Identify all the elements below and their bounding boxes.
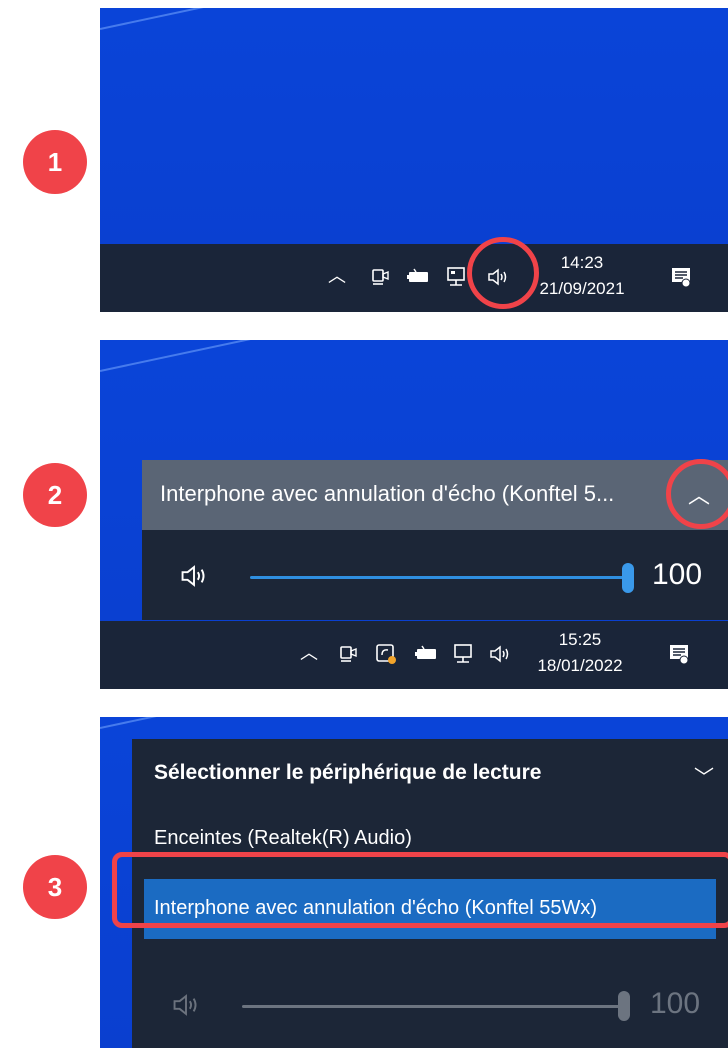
desktop-light-streak (100, 340, 414, 372)
volume-value: 100 (650, 987, 701, 1020)
meeting-camera-icon[interactable] (338, 643, 360, 665)
device-item-speakers[interactable]: Enceintes (Realtek(R) Audio) (154, 827, 412, 850)
chevron-up-icon[interactable]: ︿ (328, 268, 346, 286)
step-2-badge: 2 (23, 463, 87, 527)
system-clock[interactable]: 14:23 21/09/2021 (532, 250, 632, 302)
desktop-light-streak (100, 8, 414, 30)
desktop-light-streak (100, 717, 414, 729)
volume-flyout-header[interactable]: Interphone avec annulation d'écho (Konft… (142, 460, 728, 530)
chevron-highlight-circle (666, 459, 728, 529)
volume-slider-thumb[interactable] (622, 563, 634, 593)
notification-center-icon[interactable] (668, 643, 690, 665)
chevron-down-icon[interactable]: ﹀ (694, 761, 714, 790)
notification-center-icon[interactable] (670, 266, 692, 288)
clock-date: 18/01/2022 (537, 656, 623, 675)
selected-device-highlight (112, 852, 728, 928)
clock-date: 21/09/2021 (539, 279, 625, 298)
volume-flyout-body: 100 (142, 530, 728, 620)
playback-device-name: Interphone avec annulation d'écho (Konft… (160, 481, 615, 506)
speaker-highlight-circle (467, 237, 539, 309)
sync-icon[interactable] (374, 642, 398, 666)
speaker-icon[interactable] (170, 991, 202, 1019)
clock-time: 14:23 (560, 253, 604, 272)
device-selector-title: Sélectionner le périphérique de lecture (154, 761, 542, 784)
taskbar: ︿ 15:25 18/01/2022 (100, 621, 728, 689)
meeting-camera-icon[interactable] (370, 266, 392, 288)
step-1-badge: 1 (23, 130, 87, 194)
volume-slider-track[interactable] (242, 1005, 622, 1008)
network-icon[interactable] (452, 642, 476, 666)
volume-value: 100 (652, 558, 703, 591)
taskbar: ︿ 14:23 21/09/2021 (100, 244, 728, 312)
clock-time: 15:25 (558, 630, 602, 649)
screenshot-panel-2: Interphone avec annulation d'écho (Konft… (100, 340, 728, 689)
step-3-badge: 3 (23, 855, 87, 919)
network-icon[interactable] (445, 265, 469, 289)
speaker-icon[interactable] (178, 562, 210, 590)
battery-icon[interactable] (414, 645, 440, 663)
system-clock[interactable]: 15:25 18/01/2022 (530, 627, 630, 679)
speaker-icon[interactable] (488, 643, 512, 665)
volume-slider-track[interactable] (250, 576, 628, 579)
battery-icon[interactable] (406, 268, 432, 286)
screenshot-panel-1: ︿ 14:23 21/09/2021 (100, 8, 728, 312)
volume-slider-thumb[interactable] (618, 991, 630, 1021)
chevron-up-icon[interactable]: ︿ (300, 645, 318, 663)
